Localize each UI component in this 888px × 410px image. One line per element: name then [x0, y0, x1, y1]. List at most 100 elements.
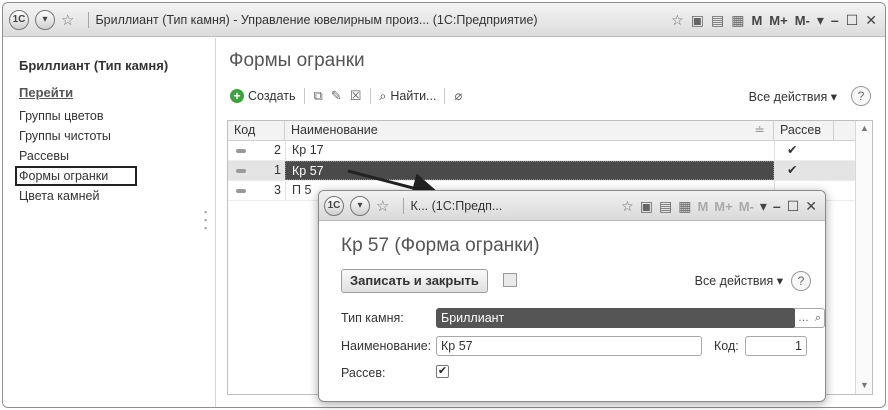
help-button[interactable]: ? — [851, 86, 871, 106]
copy-icon[interactable]: ⧉ — [310, 88, 327, 104]
favorite-star-icon[interactable]: ☆ — [671, 12, 684, 29]
ellipsis-icon[interactable]: … — [798, 312, 809, 324]
table-row[interactable]: 2 Кр 17 ✔ — [228, 141, 872, 161]
create-button-label: Создать — [248, 89, 296, 103]
help-button[interactable]: ? — [791, 271, 811, 291]
table-header: Код Наименование ≐ Рассев — [228, 121, 872, 141]
column-header-ras[interactable]: Рассев — [774, 121, 834, 140]
sidebar-item-cut-shapes[interactable]: Формы огранки — [15, 166, 137, 186]
sort-icon[interactable]: ≐ — [755, 121, 765, 140]
ras-label: Рассев: — [341, 366, 386, 380]
all-actions-menu[interactable]: Все действия ▾ — [695, 269, 783, 293]
magnifier-icon[interactable]: ⌕ — [815, 312, 821, 325]
calendar-icon[interactable]: ▦ — [731, 12, 744, 29]
calendar-icon[interactable]: ▦ — [678, 198, 691, 215]
stone-type-field[interactable]: Бриллиант — [436, 308, 796, 328]
sidebar-item-sieves[interactable]: Рассевы — [19, 146, 137, 166]
close-icon[interactable]: ✕ — [805, 198, 817, 215]
cell-code: 3 — [228, 181, 285, 200]
cell-code-value: 2 — [274, 143, 281, 157]
window-title: Бриллиант (Тип камня) - Управление ювели… — [95, 12, 538, 27]
divider — [88, 11, 90, 28]
title-bar-controls: ☆ ▣ ▤ ▦ M M+ M- ▾ – ☐ ✕ — [671, 3, 877, 37]
maximize-icon[interactable]: ☐ — [787, 198, 800, 215]
cancel-search-icon[interactable]: ⌀ — [450, 88, 466, 104]
cell-name: Кр 17 — [285, 141, 774, 160]
cell-ras-check: ✔ — [774, 141, 834, 160]
scroll-down-icon[interactable]: ▼ — [860, 380, 869, 390]
scrollbar[interactable]: ▲ ▼ — [855, 121, 872, 394]
close-icon[interactable]: ✕ — [865, 12, 877, 29]
column-header-name[interactable]: Наименование ≐ — [285, 121, 774, 140]
all-actions-menu[interactable]: Все действия ▾ — [749, 84, 837, 108]
divider — [444, 88, 446, 104]
ras-checkbox[interactable]: ✔ — [436, 365, 449, 378]
column-header-code[interactable]: Код — [228, 121, 285, 140]
memory-minus-button[interactable]: M- — [795, 13, 810, 28]
item-state-icon — [236, 169, 246, 173]
name-field[interactable]: Кр 57 — [436, 336, 702, 356]
calculator-icon[interactable]: ▤ — [659, 198, 672, 215]
minimize-icon[interactable]: – — [773, 198, 781, 214]
memory-plus-button[interactable]: M+ — [714, 199, 732, 214]
sidebar: Бриллиант (Тип камня) Перейти Группы цве… — [3, 38, 216, 407]
item-dialog: 1С ▾ ☆ К... (1С:Предп... ☆ ▣ ▤ ▦ M M+ M-… — [318, 190, 826, 402]
scroll-up-icon[interactable]: ▲ — [860, 123, 869, 133]
sidebar-item-clarity-groups[interactable]: Группы чистоты — [19, 126, 137, 146]
chevron-down-icon[interactable]: ▾ — [760, 198, 767, 215]
minimize-icon[interactable]: – — [831, 12, 839, 28]
create-button[interactable]: + Создать — [227, 89, 299, 103]
sidebar-goto-heading: Перейти — [19, 85, 74, 100]
app-logo-icon[interactable]: 1С — [324, 195, 344, 216]
cell-code-value: 1 — [274, 163, 281, 177]
find-button[interactable]: ⌕ Найти... — [376, 89, 439, 104]
find-button-label: Найти... — [390, 89, 437, 103]
maximize-icon[interactable]: ☐ — [846, 12, 859, 29]
toolbar: + Создать ⧉ ✎ ☒ ⌕ Найти... ⌀ Все действи… — [227, 84, 873, 108]
chevron-down-icon[interactable]: ▾ — [817, 12, 824, 29]
dialog-title-bar-controls: ☆ ▣ ▤ ▦ M M+ M- ▾ – ☐ ✕ — [621, 191, 817, 221]
menu-dropdown-icon[interactable]: ▾ — [35, 9, 55, 30]
calculator-icon[interactable]: ▤ — [711, 12, 724, 29]
memory-button[interactable]: M — [751, 13, 762, 28]
save-icon[interactable]: ▣ — [691, 12, 704, 29]
divider — [370, 88, 372, 104]
item-state-icon — [236, 189, 246, 193]
memory-plus-button[interactable]: M+ — [769, 13, 787, 28]
save-disk-icon[interactable] — [503, 273, 517, 287]
divider — [303, 88, 305, 104]
title-bar: 1С ▾ ☆ Бриллиант (Тип камня) - Управлени… — [3, 3, 885, 37]
code-field[interactable]: 1 — [745, 336, 807, 356]
delete-mark-icon[interactable]: ☒ — [346, 88, 366, 104]
stone-type-field-buttons: … ⌕ — [795, 308, 825, 328]
cell-ras-check: ✔ — [774, 161, 834, 180]
dialog-window-title: К... (1С:Предп... — [410, 198, 503, 213]
cell-name: Кр 57 — [285, 161, 774, 180]
sidebar-list: Группы цветов Группы чистоты Рассевы Фор… — [15, 106, 137, 206]
memory-button[interactable]: M — [697, 199, 708, 214]
sidebar-title: Бриллиант (Тип камня) — [19, 58, 169, 73]
save-icon[interactable]: ▣ — [640, 198, 653, 215]
menu-dropdown-icon[interactable]: ▾ — [350, 195, 370, 216]
favorite-star-icon[interactable]: ☆ — [376, 197, 389, 215]
cell-code-value: 3 — [274, 183, 281, 197]
plus-icon: + — [230, 89, 244, 103]
page-title: Формы огранки — [229, 50, 365, 71]
edit-icon[interactable]: ✎ — [327, 88, 346, 104]
dialog-title: Кр 57 (Форма огранки) — [341, 235, 540, 256]
divider — [403, 197, 405, 214]
sidebar-item-stone-colors[interactable]: Цвета камней — [19, 186, 137, 206]
favorite-star-icon[interactable]: ☆ — [61, 11, 74, 29]
name-label: Наименование: — [341, 339, 432, 353]
app-logo-icon[interactable]: 1С — [9, 9, 29, 30]
save-and-close-button[interactable]: Записать и закрыть — [341, 269, 488, 293]
cell-code: 1 — [228, 161, 285, 180]
column-header-name-label: Наименование — [291, 123, 378, 137]
memory-minus-button[interactable]: M- — [739, 199, 754, 214]
sidebar-item-color-groups[interactable]: Группы цветов — [19, 106, 137, 126]
resize-handle[interactable]: ▪ ▪ ▪ — [204, 208, 207, 233]
table-row[interactable]: 1 Кр 57 ✔ — [228, 161, 872, 181]
code-label: Код: — [714, 339, 739, 353]
favorite-star-icon[interactable]: ☆ — [621, 198, 634, 215]
magnifier-icon: ⌕ — [379, 88, 387, 103]
